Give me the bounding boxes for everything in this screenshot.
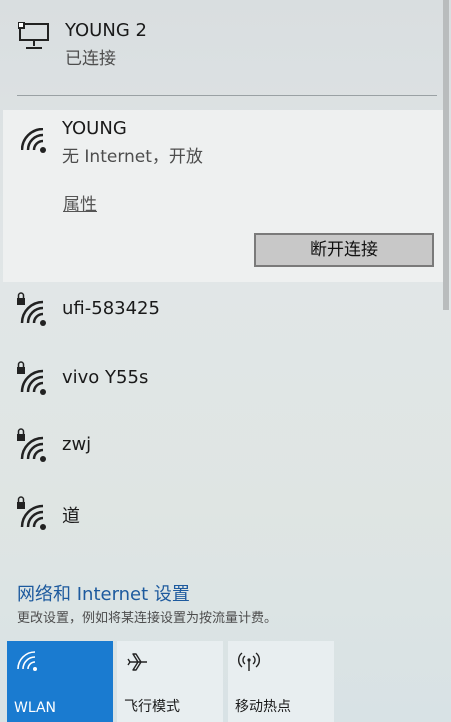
airplane-mode-tile[interactable]: 飞行模式: [117, 641, 223, 722]
scrollbar-thumb[interactable]: [443, 0, 449, 310]
wifi-secured-icon: [17, 428, 46, 462]
network-flyout: YOUNG 2 已连接 YOUNG 无 Internet，开放 属性 断开连接 …: [0, 0, 451, 722]
network-item[interactable]: zwj: [0, 420, 440, 480]
network-name: vivo Y55s: [62, 367, 149, 388]
network-item[interactable]: 道: [0, 488, 440, 548]
mobile-hotspot-tile[interactable]: 移动热点: [228, 641, 334, 722]
network-settings-description: 更改设置，例如将某连接设置为按流量计费。: [17, 611, 278, 626]
properties-link[interactable]: 属性: [63, 190, 97, 215]
wifi-icon: [17, 651, 37, 671]
wired-status: 已连接: [65, 49, 116, 69]
ethernet-icon: [18, 22, 49, 49]
wifi-secured-icon: [17, 292, 46, 326]
wifi-icon: [21, 128, 46, 153]
network-name: ufi-583425: [62, 298, 160, 319]
network-item[interactable]: ufi-583425: [0, 284, 440, 344]
wired-connection[interactable]: YOUNG 2 已连接: [0, 0, 440, 108]
divider: [17, 95, 437, 96]
airplane-icon: [127, 653, 147, 671]
scrollbar[interactable]: [443, 0, 449, 722]
selected-network-status: 无 Internet，开放: [62, 147, 203, 167]
disconnect-button[interactable]: 断开连接: [254, 233, 434, 267]
wired-name: YOUNG 2: [65, 20, 147, 41]
network-name: 道: [62, 506, 80, 527]
airplane-mode-tile-label: 飞行模式: [124, 699, 180, 715]
network-name: zwj: [62, 434, 92, 455]
network-item[interactable]: vivo Y55s: [0, 353, 440, 413]
wlan-tile-label: WLAN: [14, 700, 57, 716]
wifi-secured-icon: [17, 361, 46, 395]
network-settings-link[interactable]: 网络和 Internet 设置: [17, 580, 190, 606]
selected-network-name: YOUNG: [62, 118, 127, 139]
wlan-tile[interactable]: WLAN: [7, 641, 113, 722]
wifi-secured-icon: [17, 496, 46, 530]
hotspot-icon: [238, 652, 260, 671]
mobile-hotspot-tile-label: 移动热点: [235, 699, 291, 715]
selected-network[interactable]: YOUNG 无 Internet，开放 属性 断开连接: [3, 110, 445, 282]
